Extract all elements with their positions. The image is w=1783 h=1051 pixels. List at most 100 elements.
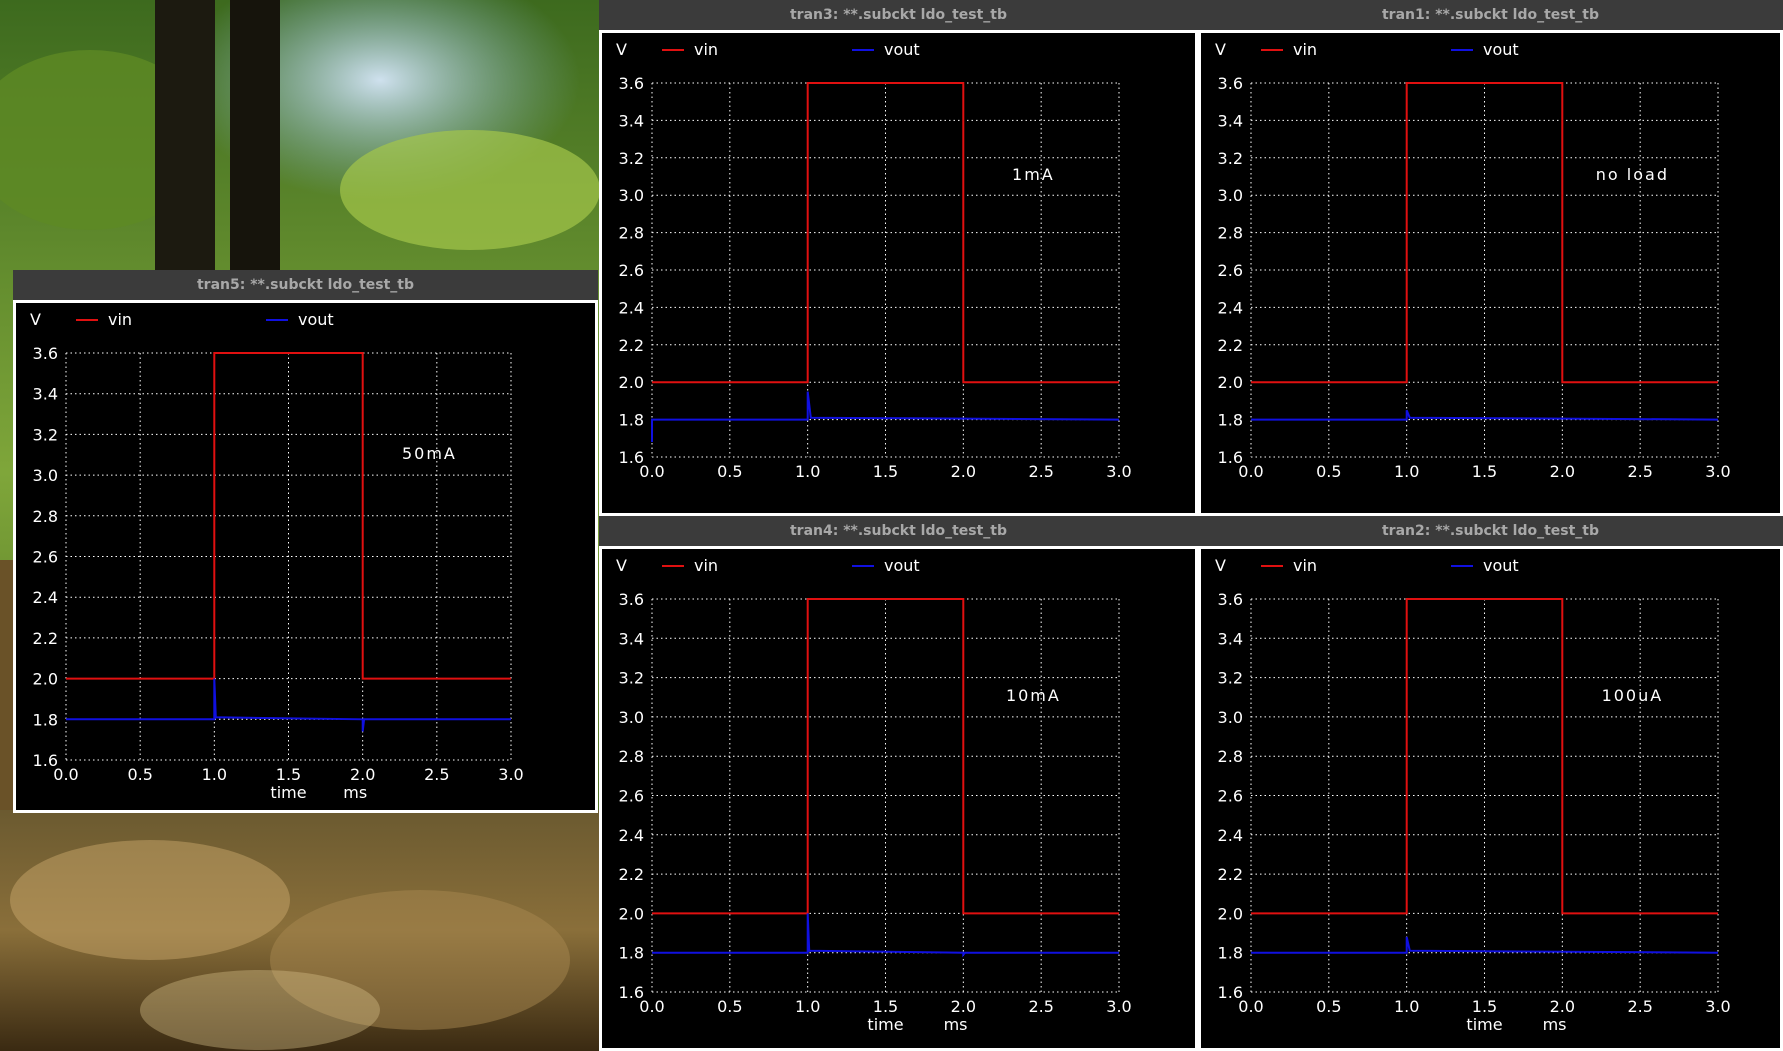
x-axis-label: time: [1466, 1015, 1502, 1034]
x-tick-label: 1.0: [1394, 997, 1419, 1016]
y-tick-label: 2.0: [1218, 904, 1243, 923]
legend-unit: V: [1215, 556, 1226, 575]
y-tick-label: 2.6: [1218, 261, 1243, 280]
y-tick-label: 2.0: [619, 904, 644, 923]
y-tick-label: 2.2: [1218, 336, 1243, 355]
waveform-chart-tran1[interactable]: Vvin vout1.61.82.02.22.42.62.83.03.23.43.…: [1201, 33, 1780, 513]
window-titlebar[interactable]: tran2: **.subckt ldo_test_tb: [1198, 516, 1783, 546]
load-annotation: 50mA: [402, 444, 457, 463]
y-tick-label: 2.8: [619, 224, 644, 243]
plot-background: [1201, 33, 1780, 513]
y-tick-label: 3.2: [1218, 149, 1243, 168]
x-tick-label: 2.5: [1028, 462, 1053, 481]
y-tick-label: 1.8: [1218, 411, 1243, 430]
plot-window-tran5[interactable]: tran5: **.subckt ldo_test_tb Vvin vout 1.6…: [13, 270, 598, 813]
y-tick-label: 2.6: [33, 548, 58, 567]
y-tick-label: 2.8: [1218, 224, 1243, 243]
load-annotation: 10mA: [1006, 686, 1061, 705]
x-axis-unit: ms: [343, 783, 367, 802]
y-tick-label: 2.4: [619, 826, 644, 845]
y-tick-label: 3.4: [619, 111, 644, 130]
x-tick-label: 2.0: [1550, 997, 1575, 1016]
x-tick-label: 1.0: [795, 997, 820, 1016]
legend-unit: V: [1215, 40, 1226, 59]
y-tick-label: 3.0: [619, 708, 644, 727]
window-titlebar[interactable]: tran4: **.subckt ldo_test_tb: [599, 516, 1198, 546]
y-tick-label: 3.6: [619, 590, 644, 609]
x-tick-label: 0.5: [1316, 462, 1341, 481]
y-tick-label: 2.8: [619, 747, 644, 766]
plot-area[interactable]: Vvin vout 1.6 1.8 2.0 2.2 2.4 2.6 2.8 3.0 3.2 3.4 3.…: [599, 546, 1198, 1051]
waveform-chart-tran4[interactable]: Vvin vout1.61.82.02.22.42.62.83.03.23.43.…: [602, 549, 1195, 1048]
plot-window-tran1[interactable]: tran1: **.subckt ldo_test_tb Vvin vout 1.6…: [1198, 0, 1783, 516]
plot-window-tran3[interactable]: tran3: **.subckt ldo_test_tb Vvin vout 1.6…: [599, 0, 1198, 516]
legend-label-vout: vout: [884, 40, 920, 59]
legend-label-vin: vin: [694, 556, 718, 575]
waveform-chart-tran2[interactable]: Vvin vout1.61.82.02.22.42.62.83.03.23.43.…: [1201, 549, 1780, 1048]
y-tick-label: 3.6: [1218, 74, 1243, 93]
x-axis-label: time: [270, 783, 306, 802]
x-tick-label: 0.0: [1238, 462, 1263, 481]
legend-label-vin: vin: [1293, 556, 1317, 575]
x-tick-label: 1.5: [1472, 462, 1497, 481]
y-tick-label: 1.8: [619, 944, 644, 963]
plot-area[interactable]: Vvin vout 1.6 1.8 2.0 2.2 2.4 2.6 2.8 3.0 3.2 3.4 3.…: [13, 300, 598, 813]
x-tick-label: 1.5: [873, 997, 898, 1016]
y-tick-label: 3.6: [1218, 590, 1243, 609]
legend-label-vin: vin: [694, 40, 718, 59]
x-tick-label: 1.5: [873, 462, 898, 481]
y-tick-label: 3.0: [33, 466, 58, 485]
y-tick-label: 2.6: [1218, 787, 1243, 806]
x-tick-label: 2.5: [424, 765, 449, 784]
x-tick-label: 1.0: [1394, 462, 1419, 481]
x-tick-label: 0.5: [1316, 997, 1341, 1016]
x-tick-label: 2.5: [1028, 997, 1053, 1016]
x-tick-label: 2.5: [1627, 997, 1652, 1016]
x-tick-label: 3.0: [1705, 462, 1730, 481]
y-tick-label: 2.4: [1218, 298, 1243, 317]
y-tick-label: 3.2: [619, 149, 644, 168]
y-tick-label: 2.4: [33, 588, 58, 607]
plot-area[interactable]: Vvin vout 1.6 1.8 2.0 2.2 2.4 2.6 2.8 3.0 3.2 3.4 3.…: [1198, 30, 1783, 516]
y-tick-label: 2.0: [1218, 373, 1243, 392]
plot-area[interactable]: Vvin vout 1.6 1.8 2.0 2.2 2.4 2.6 2.8 3.0 3.2 3.4 3.…: [599, 30, 1198, 516]
waveform-chart-tran3[interactable]: Vvin vout1.61.82.02.22.42.62.83.03.23.43.…: [602, 33, 1195, 513]
x-tick-label: 0.5: [127, 765, 152, 784]
y-tick-label: 2.2: [619, 865, 644, 884]
y-tick-label: 1.8: [619, 411, 644, 430]
y-tick-label: 1.8: [1218, 944, 1243, 963]
x-axis-label: time: [867, 1015, 903, 1034]
waveform-chart-tran5[interactable]: Vvin vout1.61.82.02.22.42.62.83.03.23.43.…: [16, 303, 595, 810]
y-tick-label: 3.2: [619, 669, 644, 688]
x-tick-label: 2.0: [951, 997, 976, 1016]
window-titlebar[interactable]: tran1: **.subckt ldo_test_tb: [1198, 0, 1783, 30]
x-tick-label: 2.5: [1627, 462, 1652, 481]
x-tick-label: 3.0: [1106, 997, 1131, 1016]
legend-unit: V: [30, 310, 41, 329]
plot-window-tran4[interactable]: tran4: **.subckt ldo_test_tb Vvin vout 1.6…: [599, 516, 1198, 1051]
plot-background: [1201, 549, 1780, 1048]
y-tick-label: 3.4: [619, 629, 644, 648]
x-tick-label: 0.0: [639, 997, 664, 1016]
window-titlebar[interactable]: tran5: **.subckt ldo_test_tb: [13, 270, 598, 300]
x-tick-label: 0.0: [639, 462, 664, 481]
x-tick-label: 1.5: [1472, 997, 1497, 1016]
window-titlebar[interactable]: tran3: **.subckt ldo_test_tb: [599, 0, 1198, 30]
y-tick-label: 1.8: [33, 710, 58, 729]
plot-window-tran2[interactable]: tran2: **.subckt ldo_test_tb Vvin vout 1.6…: [1198, 516, 1783, 1051]
y-tick-label: 2.2: [1218, 865, 1243, 884]
y-tick-label: 3.2: [33, 425, 58, 444]
y-tick-label: 2.2: [33, 629, 58, 648]
y-tick-label: 2.8: [1218, 747, 1243, 766]
y-tick-label: 3.4: [1218, 111, 1243, 130]
y-tick-label: 2.4: [619, 298, 644, 317]
y-tick-label: 3.6: [619, 74, 644, 93]
x-tick-label: 2.0: [350, 765, 375, 784]
load-annotation: 1mA: [1012, 165, 1055, 184]
plot-area[interactable]: Vvin vout 1.6 1.8 2.0 2.2 2.4 2.6 2.8 3.0 3.2 3.4 3.…: [1198, 546, 1783, 1051]
y-tick-label: 2.0: [33, 670, 58, 689]
x-tick-label: 3.0: [1106, 462, 1131, 481]
x-tick-label: 0.0: [1238, 997, 1263, 1016]
x-tick-label: 0.5: [717, 462, 742, 481]
y-tick-label: 3.6: [33, 344, 58, 363]
